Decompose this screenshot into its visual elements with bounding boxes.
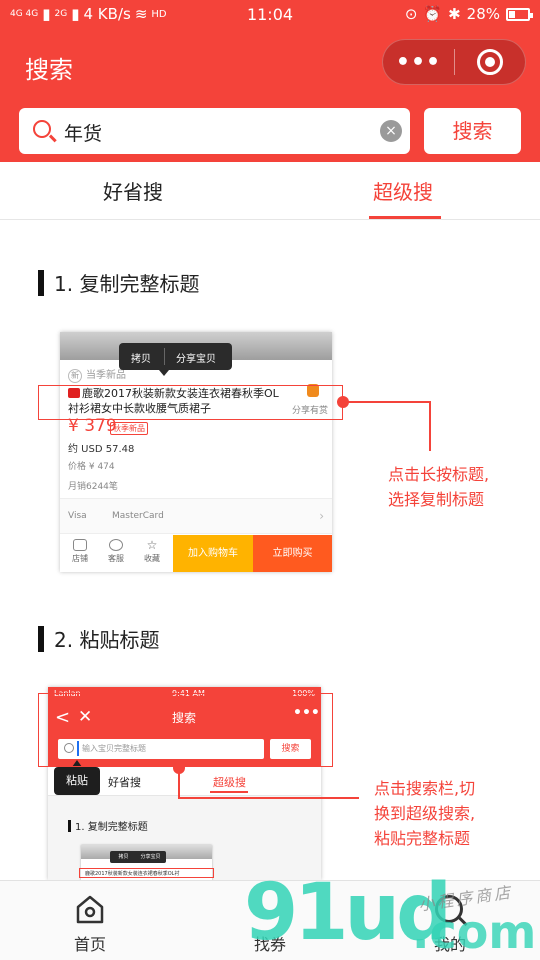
wifi-icon: ≋ bbox=[134, 5, 148, 23]
hd-indicator: HD bbox=[151, 8, 167, 20]
active-tab-indicator bbox=[369, 216, 441, 219]
mini-tab-2: 超级搜 bbox=[213, 776, 246, 789]
page-title: 搜索 bbox=[25, 56, 73, 84]
service-icon bbox=[109, 539, 123, 551]
step1-title: 1. 复制完整标题 bbox=[54, 272, 200, 296]
clear-icon[interactable]: × bbox=[380, 120, 402, 142]
callout-line bbox=[347, 401, 430, 403]
step2-annotation: 点击搜索栏,切 换到超级搜索, 粘贴完整标题 bbox=[374, 776, 475, 851]
heading-bar bbox=[38, 270, 44, 296]
annotation-line: 换到超级搜索, bbox=[374, 804, 476, 823]
mini-popup: 拷贝 分享宝贝 bbox=[110, 851, 166, 863]
annotation-line: 点击搜索栏,切 bbox=[374, 779, 476, 798]
new-season-tag: 新当季新品 bbox=[68, 366, 126, 383]
tab-chaojisou[interactable]: 超级搜 bbox=[373, 176, 433, 205]
popup-divider bbox=[164, 348, 165, 365]
buy-now-button: 立即购买 bbox=[253, 535, 332, 572]
top-bar: 4G 4G ▮ 2G ▮ 4 KB/s ≋ HD 11:04 ⊙ ⏰ ✱ 28%… bbox=[0, 0, 540, 162]
callout-line-vertical bbox=[429, 401, 431, 451]
star-icon: ☆ bbox=[146, 538, 158, 552]
favorite-label: 收藏 bbox=[144, 554, 160, 563]
nav-home[interactable]: 首页 bbox=[0, 881, 180, 960]
heading-bar bbox=[68, 820, 71, 832]
new-season-label: 当季新品 bbox=[86, 370, 126, 381]
callout-line bbox=[178, 797, 359, 799]
heading-bar bbox=[38, 626, 44, 652]
product-action-bar: 店铺 客服 ☆ 收藏 加入购物车 立即购买 bbox=[60, 535, 332, 572]
chevron-right-icon: › bbox=[319, 509, 324, 523]
service-nav: 客服 bbox=[98, 539, 134, 564]
paste-popup: 粘贴 bbox=[54, 767, 100, 795]
service-label: 客服 bbox=[108, 554, 124, 563]
copy-popup: 拷贝 分享宝贝 bbox=[119, 343, 232, 376]
mini-tab-indicator bbox=[210, 791, 248, 793]
original-price: 价格 ¥ 474 bbox=[68, 462, 115, 472]
home-icon bbox=[76, 895, 104, 924]
mastercard-label: MasterCard bbox=[112, 511, 164, 521]
mini-step-title: 1. 复制完整标题 bbox=[68, 818, 148, 833]
tab-haoshengsou[interactable]: 好省搜 bbox=[103, 176, 163, 205]
miniprogram-capsule: ••• bbox=[382, 39, 526, 85]
mini-tab-1: 好省搜 bbox=[108, 776, 141, 789]
annotation-line: 点击长按标题, bbox=[388, 465, 490, 484]
nav-home-label: 首页 bbox=[73, 935, 106, 954]
step2-heading: 2. 粘贴标题 bbox=[38, 624, 159, 653]
signal-icon-2: ▮ bbox=[71, 5, 80, 23]
shop-label: 店铺 bbox=[72, 554, 88, 563]
target-icon bbox=[476, 49, 503, 75]
mini-step-text: 1. 复制完整标题 bbox=[75, 822, 148, 833]
new-icon: 新 bbox=[68, 369, 82, 383]
share-option: 分享宝贝 bbox=[176, 354, 216, 365]
search-bar-highlight-box bbox=[38, 693, 333, 767]
signal-icon: ▮ bbox=[42, 5, 51, 23]
network-indicator: 4G 4G bbox=[10, 8, 39, 19]
battery-icon bbox=[506, 7, 533, 21]
popup-arrow bbox=[159, 370, 169, 376]
search-icon bbox=[33, 120, 51, 138]
search-input[interactable]: 年货 × bbox=[19, 108, 410, 154]
status-bar: 4G 4G ▮ 2G ▮ 4 KB/s ≋ HD 11:04 ⊙ ⏰ ✱ 28% bbox=[0, 0, 540, 28]
tab-bar: 好省搜 超级搜 bbox=[0, 162, 540, 220]
annotation-line: 选择复制标题 bbox=[388, 490, 485, 509]
more-button[interactable]: ••• bbox=[383, 50, 454, 75]
step2-title: 2. 粘贴标题 bbox=[54, 628, 160, 652]
header: 搜索 ••• bbox=[0, 28, 540, 100]
battery-percent: 28% bbox=[466, 5, 500, 23]
visa-label: Visa bbox=[68, 511, 87, 521]
add-to-cart-button: 加入购物车 bbox=[173, 535, 253, 572]
mini-copy: 拷贝 bbox=[118, 854, 129, 860]
mini-product-card: 拷贝 分享宝贝 鹿歌2017秋装新款女装连衣裙春秋季OL衬 bbox=[79, 845, 214, 880]
price-tag: 秋季新品 bbox=[110, 422, 148, 435]
callout-line-vertical bbox=[178, 772, 180, 798]
network-speed: 4 KB/s bbox=[83, 5, 131, 23]
step1-heading: 1. 复制完整标题 bbox=[38, 268, 199, 297]
alarm-icon: ⏰ bbox=[423, 5, 443, 23]
usd-price: 约 USD 57.48 bbox=[68, 444, 135, 455]
network-indicator-2: 2G bbox=[54, 8, 68, 19]
payment-methods: Visa MasterCard › bbox=[60, 498, 332, 534]
copy-option: 拷贝 bbox=[131, 354, 151, 365]
annotation-line: 粘贴完整标题 bbox=[374, 829, 471, 848]
mini-product-title: 鹿歌2017秋装新款女装连衣裙春秋季OL衬 bbox=[85, 871, 180, 877]
shop-nav: 店铺 bbox=[62, 539, 98, 564]
favorite-nav: ☆ 收藏 bbox=[134, 539, 170, 564]
mini-share: 分享宝贝 bbox=[140, 854, 161, 860]
step1-annotation: 点击长按标题, 选择复制标题 bbox=[388, 462, 489, 512]
close-miniprogram-button[interactable] bbox=[455, 49, 525, 75]
shop-icon bbox=[73, 539, 87, 551]
monthly-sales: 月销6244笔 bbox=[68, 482, 118, 492]
title-highlight-box bbox=[38, 385, 343, 420]
bluetooth-icon: ✱ bbox=[448, 5, 461, 23]
search-query: 年货 bbox=[64, 123, 103, 145]
lock-rotation-icon: ⊙ bbox=[404, 5, 418, 23]
search-button[interactable]: 搜索 bbox=[424, 108, 521, 154]
clock: 11:04 bbox=[246, 4, 294, 24]
